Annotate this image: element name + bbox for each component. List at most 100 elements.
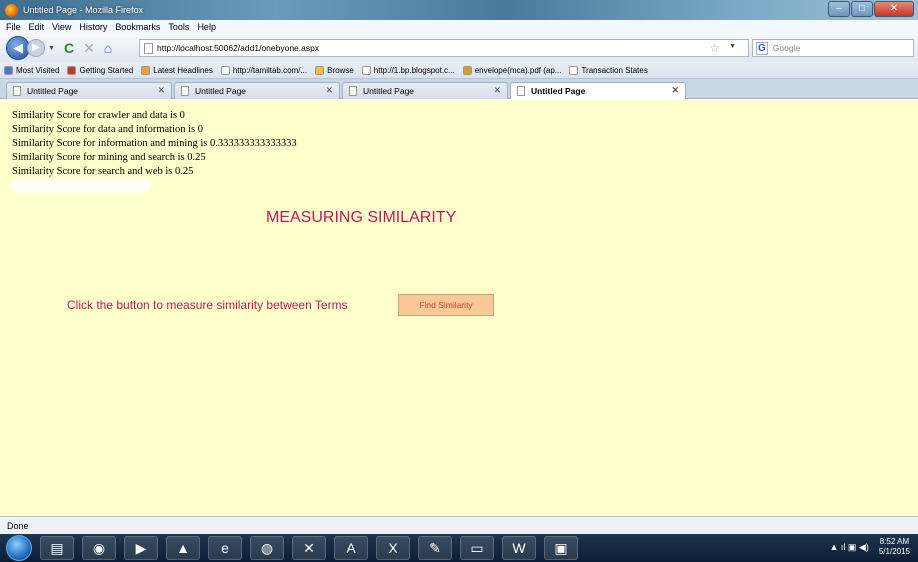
- search-input[interactable]: G Google: [752, 39, 914, 57]
- ie-icon[interactable]: e: [208, 536, 242, 560]
- bookmark-label: Latest Headlines: [153, 65, 213, 75]
- bookmark-label: http://tamiltab.com/...: [232, 65, 308, 75]
- menu-help[interactable]: Help: [197, 22, 216, 32]
- window-controls: – □ ✕: [827, 1, 914, 17]
- tab-label: Untitled Page: [531, 86, 586, 96]
- tab-bar: Untitled Page ✕ Untitled Page ✕ Untitled…: [0, 79, 918, 99]
- page-content: Similarity Score for crawler and data is…: [0, 100, 918, 516]
- reload-icon[interactable]: C: [64, 40, 74, 56]
- firefox-icon[interactable]: ◉: [82, 536, 116, 560]
- tab-label: Untitled Page: [27, 86, 79, 96]
- taskbar: ▤ ◉ ▶ ▲ e ◍ ✕ A X ✎ ▭ W ▣ ▲ ıl ▣ ◀) 8:52 AM 5/1/2015: [0, 534, 918, 562]
- result-line-3: Similarity Score for information and min…: [12, 138, 297, 149]
- tab-1[interactable]: Untitled Page ✕: [6, 82, 172, 99]
- result-line-5: Similarity Score for search and web is 0…: [12, 166, 194, 177]
- bookmark-item[interactable]: Getting Started: [67, 65, 134, 75]
- bookmark-star-icon[interactable]: ☆: [709, 41, 720, 55]
- taskbar-apps: ▤ ◉ ▶ ▲ e ◍ ✕ A X ✎ ▭ W ▣: [32, 536, 578, 560]
- system-tray: ▲ ıl ▣ ◀) 8:52 AM 5/1/2015: [830, 537, 910, 557]
- menu-edit[interactable]: Edit: [29, 22, 45, 32]
- firefox-icon: [5, 3, 18, 17]
- excel-icon[interactable]: X: [376, 536, 410, 560]
- bookmark-label: Browse: [327, 65, 354, 75]
- tab-4-active[interactable]: Untitled Page ✕: [510, 82, 686, 99]
- close-window-button[interactable]: ✕: [874, 1, 914, 17]
- menu-tools[interactable]: Tools: [168, 22, 189, 32]
- tray-icons[interactable]: ▲ ıl ▣ ◀): [830, 542, 869, 553]
- bookmark-icon: [315, 65, 325, 75]
- url-dropdown-icon[interactable]: ▼: [729, 43, 736, 50]
- find-similarity-button[interactable]: Find Similarity: [398, 294, 494, 316]
- word-icon[interactable]: W: [502, 536, 536, 560]
- clock-date: 5/1/2015: [878, 547, 910, 556]
- menu-bookmarks[interactable]: Bookmarks: [115, 22, 160, 32]
- files-icon[interactable]: ▭: [460, 536, 494, 560]
- clock[interactable]: 8:52 AM 5/1/2015: [879, 537, 910, 557]
- bookmark-item[interactable]: Transaction States: [569, 65, 648, 75]
- window-title: Untitled Page - Mozilla Firefox: [23, 5, 144, 15]
- page-icon: [181, 86, 189, 96]
- search-placeholder: Google: [772, 43, 801, 53]
- start-button[interactable]: [6, 535, 32, 561]
- access-icon[interactable]: ▣: [544, 536, 578, 560]
- instruction-label: Click the button to measure similarity b…: [67, 298, 348, 312]
- tools-icon[interactable]: ✕: [292, 536, 326, 560]
- page-icon: [517, 86, 525, 96]
- window-titlebar: Untitled Page - Mozilla Firefox – □ ✕: [0, 0, 918, 20]
- forward-button[interactable]: ▶: [27, 39, 45, 57]
- pdf-icon[interactable]: A: [334, 536, 368, 560]
- media-icon[interactable]: ▶: [124, 536, 158, 560]
- tab-3[interactable]: Untitled Page ✕: [342, 82, 508, 99]
- close-tab-icon[interactable]: ✕: [493, 85, 501, 96]
- page-icon: [13, 86, 21, 96]
- status-bar: Done: [0, 516, 918, 534]
- google-icon[interactable]: G: [756, 41, 768, 55]
- tab-2[interactable]: Untitled Page ✕: [174, 82, 340, 99]
- bookmark-item[interactable]: envelope(mca).pdf (ap...: [462, 65, 562, 75]
- explorer-icon[interactable]: ▤: [40, 536, 74, 560]
- menu-bar: File Edit View History Bookmarks Tools H…: [0, 20, 918, 34]
- bookmark-item[interactable]: Most Visited: [4, 65, 60, 75]
- clock-time: 8:52 AM: [879, 537, 910, 546]
- vlc-icon[interactable]: ▲: [166, 536, 200, 560]
- result-line-4: Similarity Score for mining and search i…: [12, 152, 206, 163]
- bookmark-icon: [67, 65, 77, 75]
- bookmark-item[interactable]: Latest Headlines: [141, 65, 213, 75]
- page-icon: [144, 42, 153, 54]
- maximize-button[interactable]: □: [851, 1, 873, 17]
- close-tab-icon[interactable]: ✕: [157, 85, 165, 96]
- bookmark-label: Most Visited: [16, 65, 60, 75]
- bookmark-item[interactable]: Browse: [315, 65, 354, 75]
- bookmark-icon: [141, 65, 151, 75]
- stop-icon[interactable]: ✕: [83, 40, 95, 57]
- tab-label: Untitled Page: [363, 86, 415, 96]
- page-title: MEASURING SIMILARITY: [266, 209, 457, 226]
- close-tab-icon[interactable]: ✕: [671, 85, 679, 96]
- paint-icon[interactable]: ✎: [418, 536, 452, 560]
- address-bar[interactable]: http://localhost:50062/add1/onebyone.asp…: [139, 39, 749, 57]
- bookmark-label: Getting Started: [79, 65, 134, 75]
- home-icon[interactable]: ⌂: [104, 40, 112, 56]
- bookmark-icon: [220, 65, 230, 75]
- bookmark-icon: [569, 65, 579, 75]
- minimize-button[interactable]: –: [828, 1, 850, 17]
- navigation-toolbar: ◀ ▶ ▼ C ✕ ⌂ http://localhost:50062/add1/…: [0, 34, 918, 62]
- bookmark-icon: [361, 65, 371, 75]
- chrome-icon[interactable]: ◍: [250, 536, 284, 560]
- bookmark-item[interactable]: http://tamiltab.com/...: [220, 65, 308, 75]
- result-line-2: Similarity Score for data and informatio…: [12, 124, 203, 135]
- bookmark-label: envelope(mca).pdf (ap...: [474, 65, 562, 75]
- bookmark-icon: [462, 65, 472, 75]
- bookmark-item[interactable]: http://1.bp.blogspot.c...: [361, 65, 455, 75]
- close-tab-icon[interactable]: ✕: [325, 85, 333, 96]
- result-line-1: Similarity Score for crawler and data is…: [12, 110, 185, 121]
- bookmarks-toolbar: Most Visited Getting Started Latest Headli…: [0, 62, 918, 79]
- address-url: http://localhost:50062/add1/onebyone.asp…: [157, 43, 320, 53]
- menu-history[interactable]: History: [79, 22, 107, 32]
- menu-file[interactable]: File: [6, 22, 21, 32]
- history-dropdown-icon[interactable]: ▼: [48, 45, 55, 52]
- bookmark-icon: [4, 65, 13, 75]
- redacted-text: [12, 180, 150, 192]
- menu-view[interactable]: View: [52, 22, 71, 32]
- tab-label: Untitled Page: [195, 86, 247, 96]
